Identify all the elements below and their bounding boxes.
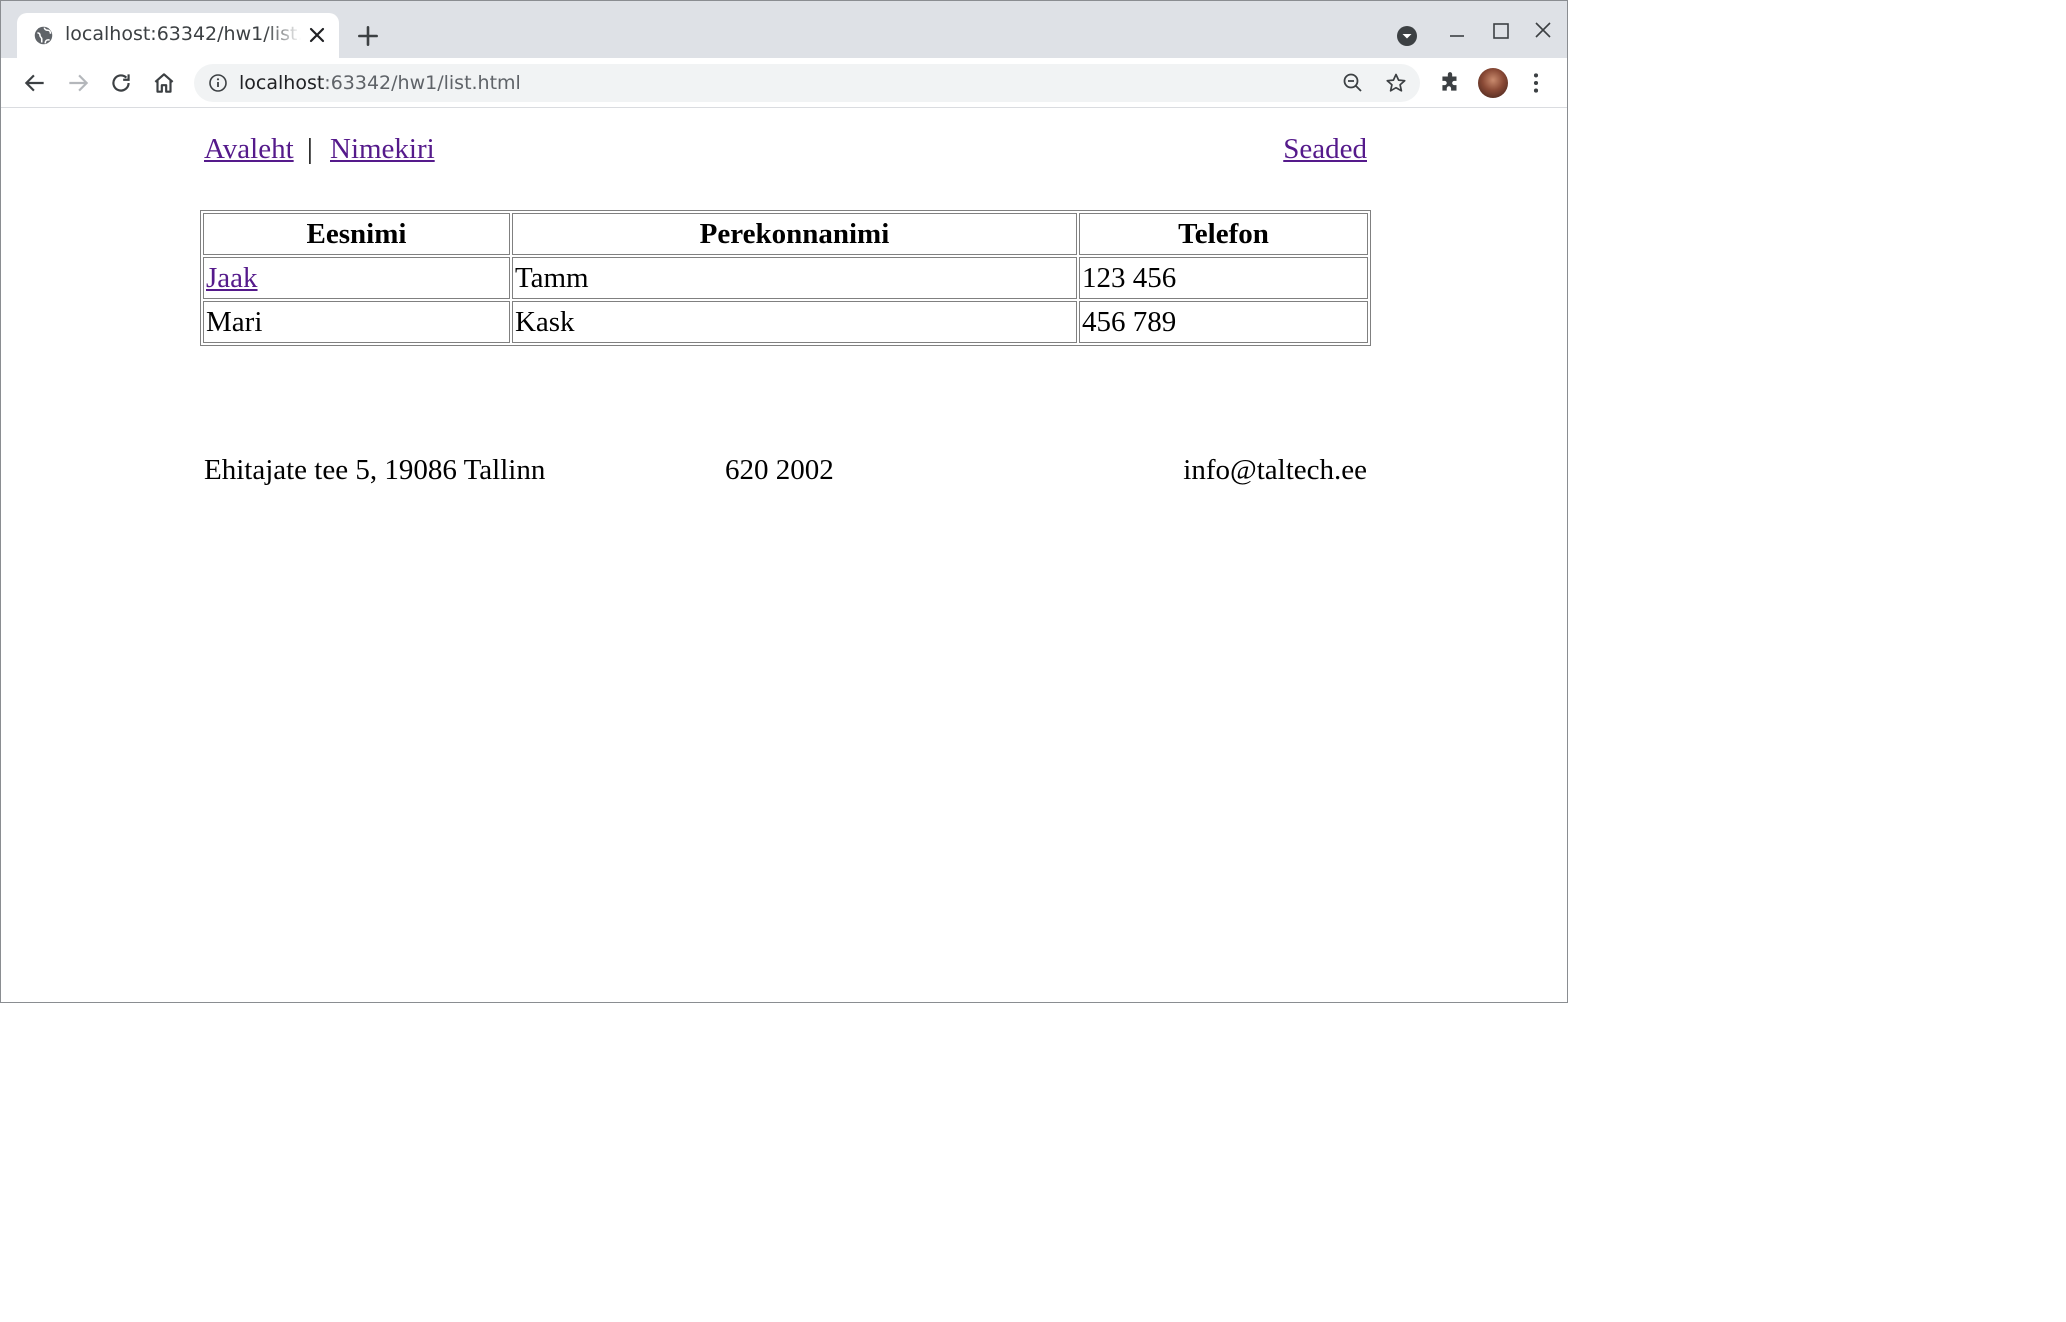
tab-strip: localhost:63342/hw1/list.html xyxy=(1,1,1567,58)
footer-phone: 620 2002 xyxy=(725,454,834,486)
reload-icon[interactable] xyxy=(108,70,134,96)
extensions-puzzle-icon[interactable] xyxy=(1437,70,1463,96)
column-header-phone: Telefon xyxy=(1078,213,1368,255)
nav-link-settings[interactable]: Seaded xyxy=(1283,133,1367,166)
footer-address: Ehitajate tee 5, 19086 Tallinn xyxy=(204,454,546,486)
tab-search-icon[interactable] xyxy=(1395,24,1419,48)
nav-link-home[interactable]: Avaleht xyxy=(204,133,294,166)
column-header-last-name: Perekonnanimi xyxy=(511,213,1077,255)
page-content: Avaleht | Nimekiri Seaded Eesnimi Pereko… xyxy=(1,109,1567,1002)
table-header-row: Eesnimi Perekonnanimi Telefon xyxy=(203,213,1368,255)
zoom-out-icon[interactable] xyxy=(1341,71,1365,95)
window-close-icon[interactable] xyxy=(1533,20,1553,40)
first-name-cell: Mari xyxy=(203,301,510,343)
url-host: localhost xyxy=(239,72,325,94)
person-link[interactable]: Jaak xyxy=(206,262,258,294)
people-table: Eesnimi Perekonnanimi Telefon Jaak Tamm … xyxy=(200,210,1371,346)
bookmark-star-icon[interactable] xyxy=(1384,71,1408,95)
info-icon[interactable] xyxy=(208,73,228,93)
column-header-first-name: Eesnimi xyxy=(203,213,510,255)
first-name-cell: Jaak xyxy=(203,257,510,299)
table-row: Jaak Tamm 123 456 xyxy=(203,257,1368,299)
browser-window: localhost:63342/hw1/list.html xyxy=(0,0,1568,1003)
phone-cell: 456 789 xyxy=(1078,301,1368,343)
minimize-icon[interactable] xyxy=(1447,23,1467,43)
more-menu-icon[interactable] xyxy=(1523,70,1549,96)
globe-icon xyxy=(34,26,53,45)
url-text[interactable]: localhost:63342/hw1/list.html xyxy=(239,72,521,94)
table-row: Mari Kask 456 789 xyxy=(203,301,1368,343)
tab-title: localhost:63342/hw1/list.html xyxy=(65,23,301,45)
phone-cell: 123 456 xyxy=(1078,257,1368,299)
nav-link-list[interactable]: Nimekiri xyxy=(330,133,435,166)
browser-toolbar: localhost:63342/hw1/list.html xyxy=(1,58,1567,108)
last-name-cell: Tamm xyxy=(511,257,1077,299)
forward-arrow-icon[interactable] xyxy=(65,70,91,96)
back-arrow-icon[interactable] xyxy=(22,70,48,96)
maximize-icon[interactable] xyxy=(1491,21,1511,41)
home-icon[interactable] xyxy=(151,70,177,96)
footer-email: info@taltech.ee xyxy=(1183,454,1367,486)
nav-separator: | xyxy=(307,133,313,165)
address-bar[interactable]: localhost:63342/hw1/list.html xyxy=(194,64,1420,102)
browser-tab[interactable]: localhost:63342/hw1/list.html xyxy=(17,13,339,58)
url-path: :63342/hw1/list.html xyxy=(324,72,521,94)
new-tab-icon[interactable] xyxy=(355,23,381,49)
last-name-cell: Kask xyxy=(511,301,1077,343)
profile-avatar[interactable] xyxy=(1478,68,1508,98)
close-tab-icon[interactable] xyxy=(305,23,329,47)
